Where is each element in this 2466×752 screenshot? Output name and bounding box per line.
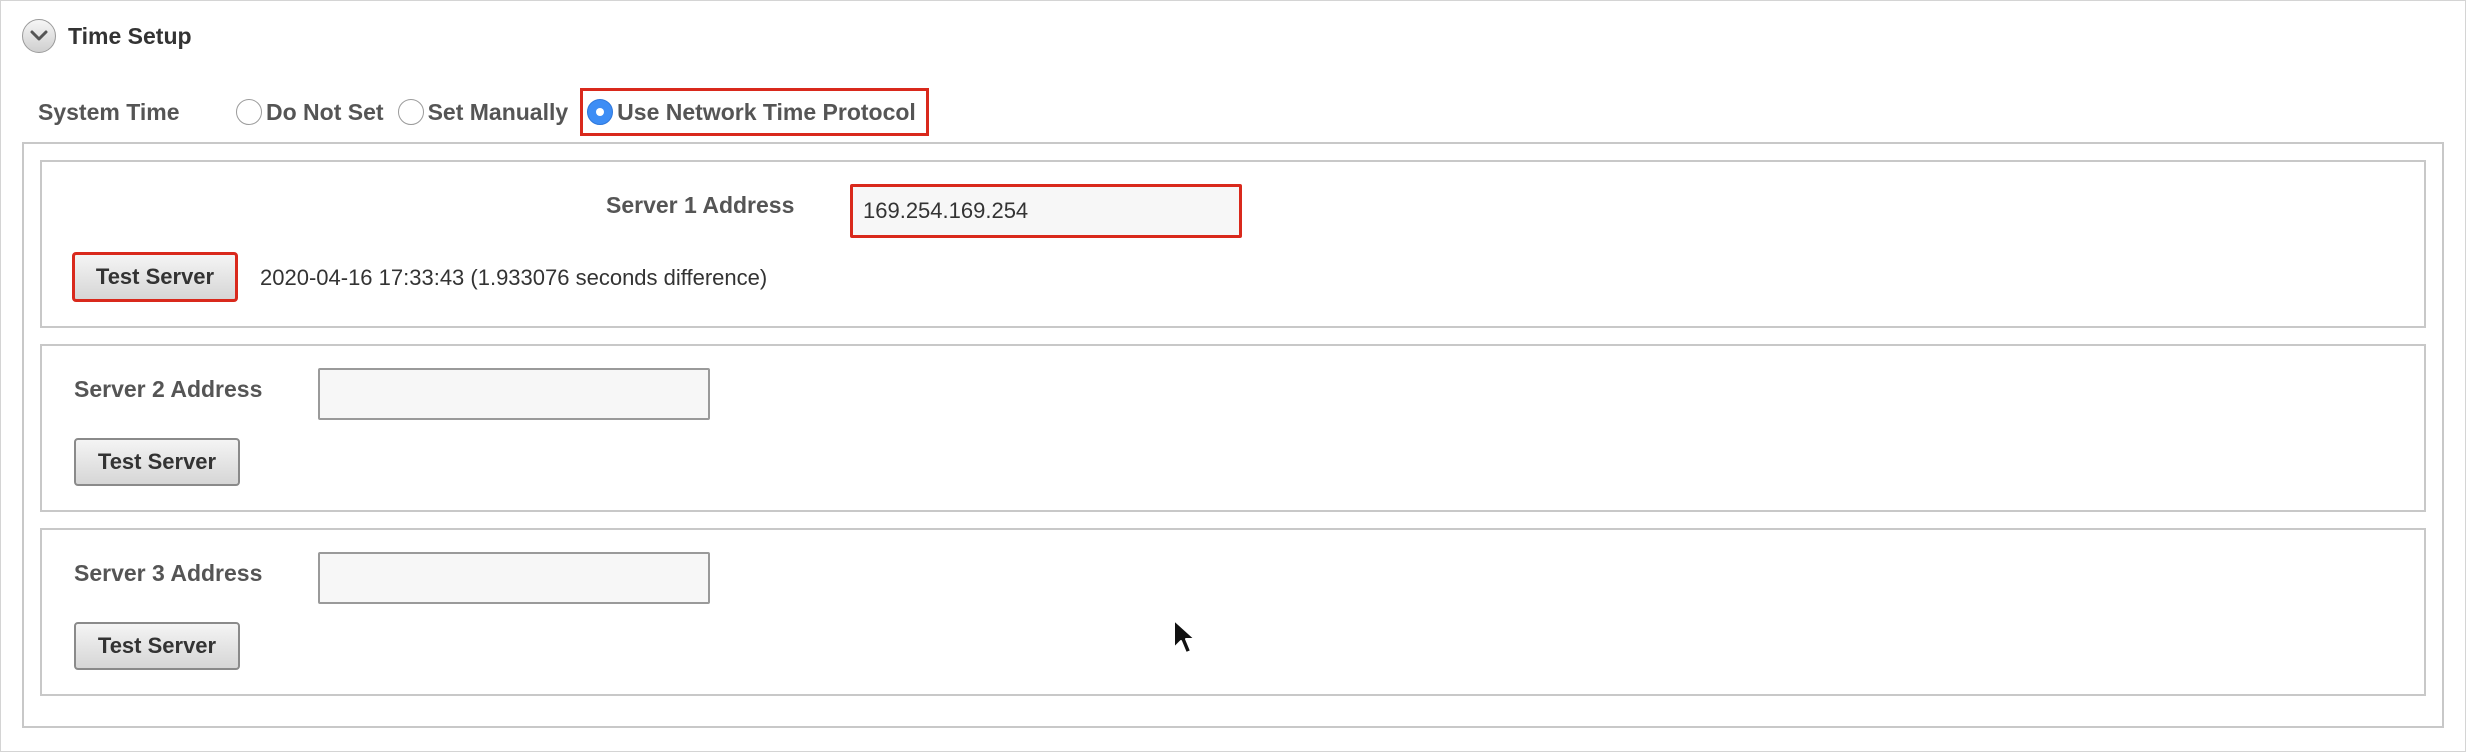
system-time-row: System Time Do Not Set Set Manually Use …: [38, 86, 943, 138]
radio-selected-icon[interactable]: [587, 99, 614, 125]
section-header[interactable]: Time Setup: [22, 18, 192, 54]
radio-set-manually[interactable]: Set Manually: [397, 88, 569, 136]
server-3-label: Server 3 Address: [74, 560, 263, 586]
radio-use-ntp[interactable]: Use Network Time Protocol: [580, 88, 929, 136]
test-server-1-button[interactable]: Test Server: [72, 252, 238, 302]
server-1-test-result: 2020-04-16 17:33:43 (1.933076 seconds di…: [260, 265, 768, 290]
server-3-box: Server 3 Address Test Server: [40, 528, 2426, 696]
radio-button-icon[interactable]: [397, 99, 424, 125]
test-server-3-button[interactable]: Test Server: [74, 622, 240, 670]
test-server-2-button[interactable]: Test Server: [74, 438, 240, 486]
server-1-label: Server 1 Address: [606, 192, 795, 218]
ntp-servers-panel: Server 1 Address Test Server 2020-04-16 …: [22, 142, 2444, 728]
server-2-label: Server 2 Address: [74, 376, 263, 402]
server-1-box: Server 1 Address Test Server 2020-04-16 …: [40, 160, 2426, 328]
radio-label: Use Network Time Protocol: [617, 98, 916, 125]
radio-label: Set Manually: [427, 98, 569, 125]
chevron-down-icon[interactable]: [22, 19, 56, 53]
server-2-address-input[interactable]: [318, 368, 710, 420]
radio-button-icon[interactable]: [236, 99, 262, 125]
system-time-label: System Time: [38, 98, 180, 125]
mouse-pointer-icon: [1172, 618, 1198, 661]
server-3-address-input[interactable]: [318, 552, 710, 604]
server-1-address-input[interactable]: [850, 184, 1242, 238]
radio-do-not-set[interactable]: Do Not Set: [236, 88, 384, 136]
radio-label: Do Not Set: [266, 98, 384, 125]
section-title: Time Setup: [68, 22, 192, 49]
server-2-box: Server 2 Address Test Server: [40, 344, 2426, 512]
